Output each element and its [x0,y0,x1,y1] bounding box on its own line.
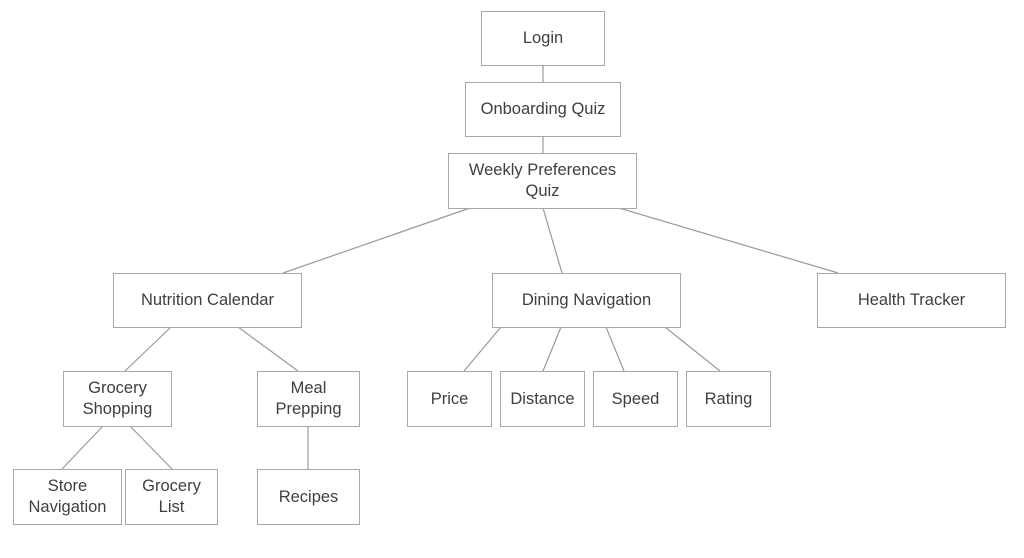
node-label: Price [430,389,469,408]
node-label: Onboarding Quiz [480,100,606,118]
node-dining-navigation[interactable]: Dining Navigation [492,273,681,328]
edge-weekly-nutrition [282,207,471,274]
edge-dining-speed [605,326,625,372]
node-onboarding-quiz[interactable]: Onboarding Quiz [465,82,621,137]
node-speed[interactable]: Speed [593,371,678,427]
node-rating[interactable]: Rating [686,371,771,427]
node-recipes[interactable]: Recipes [257,469,360,525]
edge-grocery-shopping-grocery-list [129,425,173,470]
node-label: Meal Prepping [275,379,342,418]
node-price[interactable]: Price [407,371,492,427]
node-label: Speed [611,389,660,408]
node-label: Login [522,29,564,47]
node-label: Store Navigation [28,477,107,516]
node-login[interactable]: Login [481,11,605,66]
node-label: Distance [510,389,575,408]
edge-weekly-dining [542,207,563,274]
node-label: Weekly Preferences Quiz [468,161,617,200]
node-label: Recipes [278,487,339,506]
edge-weekly-health [618,207,839,274]
node-grocery-list[interactable]: Grocery List [125,469,218,525]
edge-dining-distance [542,326,562,372]
edge-nutrition-meal-prepping [237,326,299,372]
node-store-navigation[interactable]: Store Navigation [13,469,122,525]
node-weekly-preferences-quiz[interactable]: Weekly Preferences Quiz [448,153,637,209]
node-label: Dining Navigation [521,291,652,309]
node-label: Grocery List [142,477,201,516]
node-label: Grocery Shopping [82,379,153,418]
edge-dining-price [463,326,502,372]
node-label: Rating [704,389,753,408]
edge-grocery-shopping-store-navigation [61,425,104,470]
node-distance[interactable]: Distance [500,371,585,427]
node-label: Health Tracker [857,291,966,309]
node-grocery-shopping[interactable]: Grocery Shopping [63,371,172,427]
node-label: Nutrition Calendar [141,291,274,309]
node-nutrition-calendar[interactable]: Nutrition Calendar [113,273,302,328]
node-meal-prepping[interactable]: Meal Prepping [257,371,360,427]
edge-nutrition-grocery-shopping [124,326,172,372]
node-health-tracker[interactable]: Health Tracker [817,273,1006,328]
edge-dining-rating [664,326,721,372]
